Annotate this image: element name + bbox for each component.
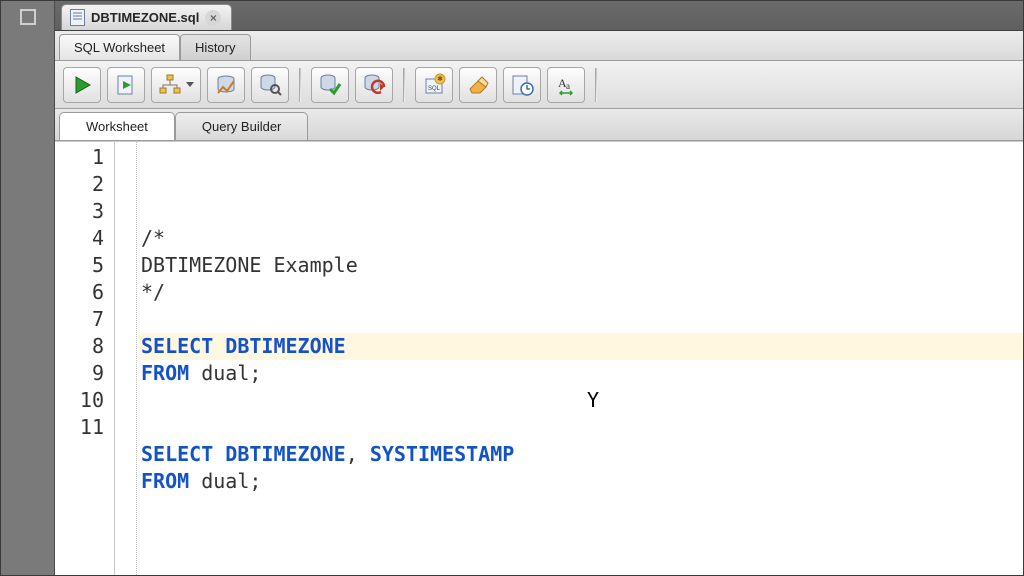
toolbar-separator <box>403 68 405 102</box>
db-check-icon <box>318 73 342 97</box>
sql-tuning-button[interactable] <box>251 67 289 103</box>
file-tab-bar: DBTIMEZONE.sql × <box>55 1 1023 31</box>
run-statement-button[interactable] <box>63 67 101 103</box>
editor-tab-bar: Worksheet Query Builder <box>55 109 1023 141</box>
rollback-button[interactable] <box>355 67 393 103</box>
tab-label: History <box>195 40 235 55</box>
tab-query-builder[interactable]: Query Builder <box>175 112 308 140</box>
play-icon <box>70 73 94 97</box>
commit-button[interactable] <box>311 67 349 103</box>
code-editor[interactable]: 1234567891011 Y /*DBTIMEZONE Example*/ SE… <box>55 141 1023 575</box>
sql-history-button[interactable] <box>503 67 541 103</box>
line-number-gutter: 1234567891011 <box>55 142 115 575</box>
db-undo-icon <box>362 73 386 97</box>
eraser-icon <box>466 73 490 97</box>
sql-new-icon: SQL ✱ <box>422 73 446 97</box>
tree-icon <box>158 73 182 97</box>
code-line[interactable]: /* <box>139 225 1023 252</box>
code-line[interactable] <box>139 306 1023 333</box>
clear-button[interactable] <box>459 67 497 103</box>
svg-text:a: a <box>566 81 570 91</box>
svg-text:✱: ✱ <box>437 75 443 83</box>
autotrace-button[interactable] <box>207 67 245 103</box>
text-cursor: Y <box>587 387 599 414</box>
toolbar-separator <box>299 68 301 102</box>
sub-tab-bar: SQL Worksheet History <box>55 31 1023 61</box>
db-trace-icon <box>214 73 238 97</box>
code-line[interactable] <box>139 414 1023 441</box>
aa-icon: Aa <box>554 73 578 97</box>
minimize-panel-icon[interactable] <box>20 9 36 25</box>
db-search-icon <box>258 73 282 97</box>
app-window: DBTIMEZONE.sql × SQL Worksheet History <box>0 0 1024 576</box>
svg-text:SQL: SQL <box>428 86 441 92</box>
tab-label: SQL Worksheet <box>74 40 165 55</box>
main-panel: DBTIMEZONE.sql × SQL Worksheet History <box>55 1 1023 575</box>
format-button[interactable]: Aa <box>547 67 585 103</box>
chevron-down-icon <box>186 82 194 87</box>
fold-column <box>115 142 137 575</box>
window-left-gutter <box>1 1 55 575</box>
file-tab[interactable]: DBTIMEZONE.sql × <box>61 4 232 30</box>
code-line[interactable]: FROM dual; <box>139 468 1023 495</box>
run-script-button[interactable] <box>107 67 145 103</box>
unshared-worksheet-button[interactable]: SQL ✱ <box>415 67 453 103</box>
explain-plan-button[interactable] <box>151 67 201 103</box>
tab-history[interactable]: History <box>180 34 250 60</box>
code-line[interactable]: DBTIMEZONE Example <box>139 252 1023 279</box>
code-line[interactable] <box>139 387 1023 414</box>
sql-file-icon <box>70 9 85 26</box>
code-line[interactable]: FROM dual; <box>139 360 1023 387</box>
file-tab-label: DBTIMEZONE.sql <box>91 10 199 25</box>
tab-label: Query Builder <box>202 119 281 134</box>
tab-label: Worksheet <box>86 119 148 134</box>
close-icon[interactable]: × <box>205 10 221 26</box>
code-line[interactable]: SELECT DBTIMEZONE, SYSTIMESTAMP <box>139 441 1023 468</box>
page-play-icon <box>114 73 138 97</box>
tab-worksheet[interactable]: Worksheet <box>59 112 175 140</box>
toolbar: SQL ✱ Aa <box>55 61 1023 109</box>
code-line[interactable] <box>139 495 1023 522</box>
code-line[interactable]: SELECT DBTIMEZONE <box>139 333 1023 360</box>
code-area[interactable]: Y /*DBTIMEZONE Example*/ SELECT DBTIMEZON… <box>137 142 1023 575</box>
tab-sql-worksheet[interactable]: SQL Worksheet <box>59 34 180 60</box>
code-line[interactable]: */ <box>139 279 1023 306</box>
clock-page-icon <box>510 73 534 97</box>
toolbar-separator <box>595 68 597 102</box>
